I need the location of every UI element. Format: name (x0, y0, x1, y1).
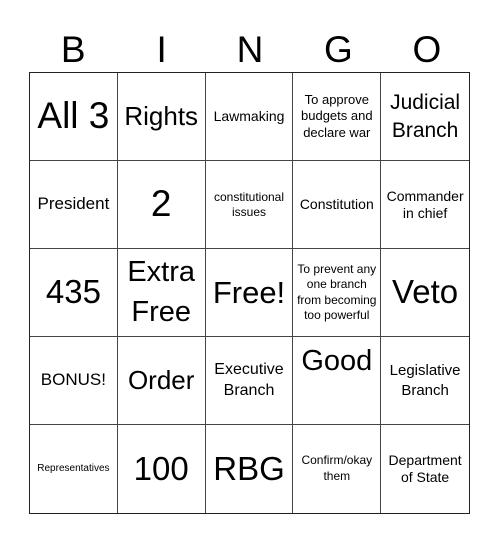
bingo-cell[interactable]: Constitution (293, 161, 382, 249)
bingo-cell[interactable]: President (30, 161, 118, 249)
bingo-grid: All 3 Rights Lawmaking To approve budget… (29, 72, 470, 514)
bingo-cell[interactable]: constitutional issues (205, 161, 294, 249)
header-letter-g: G (324, 29, 353, 70)
bingo-cell[interactable]: Good (293, 337, 382, 425)
header-letter-b: B (60, 29, 86, 70)
bingo-cell[interactable]: Judicial Branch (381, 73, 469, 161)
bingo-cell[interactable]: 100 (118, 425, 206, 513)
bingo-cell[interactable]: To prevent any one branch from becoming … (293, 249, 382, 337)
header-letter-o: O (412, 29, 442, 70)
bingo-cell[interactable]: Lawmaking (205, 73, 294, 161)
bingo-cell[interactable]: BONUS! (30, 337, 118, 425)
bingo-cell[interactable]: RBG (206, 425, 294, 513)
bingo-cell[interactable]: 435 (30, 249, 118, 337)
bingo-cell[interactable]: Rights (117, 73, 206, 161)
header-letter-n: N (236, 29, 264, 70)
bingo-cell[interactable]: Confirm/okay them (293, 425, 382, 513)
bingo-cell[interactable]: Representatives (30, 425, 118, 513)
bingo-cell[interactable]: Department of State (381, 425, 469, 513)
bingo-cell[interactable]: To approve budgets and declare war (293, 73, 382, 161)
header-letter-i: I (156, 29, 167, 70)
bingo-cell[interactable]: Veto (381, 249, 469, 337)
bingo-cell[interactable]: Legislative Branch (381, 337, 469, 425)
bingo-cell[interactable]: Commander in chief (381, 161, 469, 249)
bingo-header: B I N G O (29, 28, 471, 72)
bingo-cell[interactable]: Free! (205, 249, 294, 337)
bingo-cell[interactable]: Order (117, 337, 206, 425)
bingo-cell[interactable]: Extra Free (117, 249, 206, 337)
bingo-cell[interactable]: All 3 (30, 73, 118, 161)
bingo-cell[interactable]: Executive Branch (205, 337, 294, 425)
bingo-cell[interactable]: 2 (117, 161, 206, 249)
